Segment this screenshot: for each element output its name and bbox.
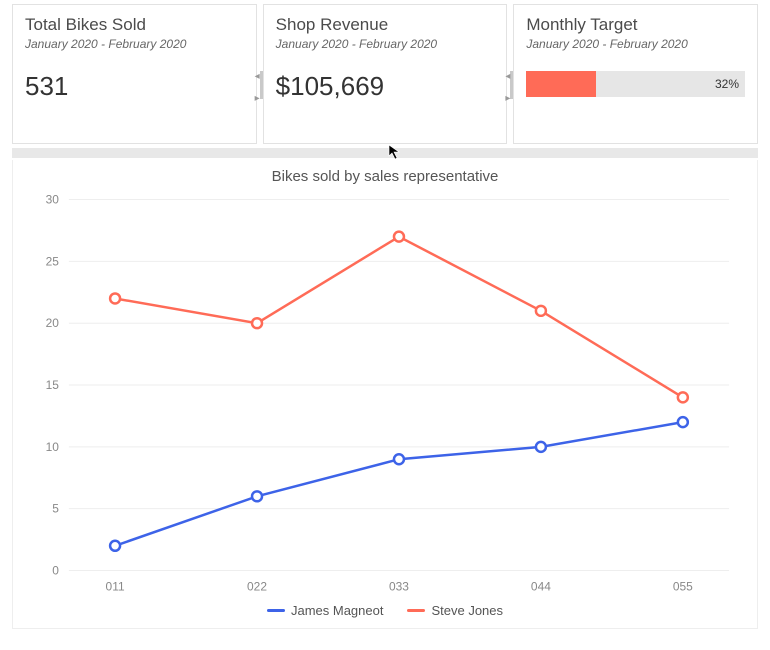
kpi-title: Monthly Target bbox=[526, 15, 745, 35]
kpi-subtitle: January 2020 - February 2020 bbox=[25, 37, 244, 51]
legend-item-james[interactable]: James Magneot bbox=[267, 603, 384, 618]
legend-label: James Magneot bbox=[291, 603, 384, 618]
svg-text:055: 055 bbox=[673, 579, 693, 593]
resize-handle-icon[interactable] bbox=[510, 71, 513, 99]
caret-right-icon: ▸ bbox=[505, 93, 510, 104]
svg-text:30: 30 bbox=[46, 193, 60, 207]
kpi-value: $105,669 bbox=[276, 71, 495, 102]
kpi-subtitle: January 2020 - February 2020 bbox=[526, 37, 745, 51]
progress-bar: 32% bbox=[526, 71, 745, 97]
legend-label: Steve Jones bbox=[431, 603, 503, 618]
kpi-value: 531 bbox=[25, 71, 244, 102]
caret-right-icon: ▸ bbox=[255, 93, 260, 104]
kpi-title: Shop Revenue bbox=[276, 15, 495, 35]
svg-text:5: 5 bbox=[52, 502, 59, 516]
chart-legend: James Magneot Steve Jones bbox=[21, 599, 749, 624]
kpi-card-bikes-sold[interactable]: Total Bikes Sold January 2020 - February… bbox=[12, 4, 257, 144]
chart-panel[interactable]: Bikes sold by sales representative 0 5 10 1… bbox=[12, 160, 758, 629]
line-chart: 0 5 10 15 20 25 30 011 022 033 044 055 bbox=[21, 189, 749, 599]
svg-text:011: 011 bbox=[106, 579, 125, 593]
panel-separator[interactable] bbox=[12, 148, 758, 158]
svg-text:0: 0 bbox=[52, 564, 59, 578]
progress-fill bbox=[526, 71, 596, 97]
svg-text:20: 20 bbox=[46, 316, 60, 330]
svg-text:15: 15 bbox=[46, 378, 60, 392]
svg-text:25: 25 bbox=[46, 254, 60, 268]
svg-text:044: 044 bbox=[531, 579, 551, 593]
progress-label: 32% bbox=[715, 77, 739, 91]
kpi-card-monthly-target[interactable]: ◂ ▸ Monthly Target January 2020 - Februa… bbox=[513, 4, 758, 144]
kpi-title: Total Bikes Sold bbox=[25, 15, 244, 35]
resize-handle-icon[interactable] bbox=[260, 71, 263, 99]
legend-item-steve[interactable]: Steve Jones bbox=[407, 603, 503, 618]
legend-swatch-icon bbox=[267, 609, 285, 612]
kpi-card-shop-revenue[interactable]: ◂ ▸ Shop Revenue January 2020 - February… bbox=[263, 4, 508, 144]
svg-text:10: 10 bbox=[46, 440, 60, 454]
caret-left-icon: ◂ bbox=[255, 71, 260, 82]
legend-swatch-icon bbox=[407, 609, 425, 612]
svg-text:022: 022 bbox=[247, 579, 267, 593]
svg-text:033: 033 bbox=[389, 579, 409, 593]
kpi-row: Total Bikes Sold January 2020 - February… bbox=[0, 0, 770, 144]
chart-title: Bikes sold by sales representative bbox=[21, 168, 749, 185]
kpi-subtitle: January 2020 - February 2020 bbox=[276, 37, 495, 51]
caret-left-icon: ◂ bbox=[505, 71, 510, 82]
